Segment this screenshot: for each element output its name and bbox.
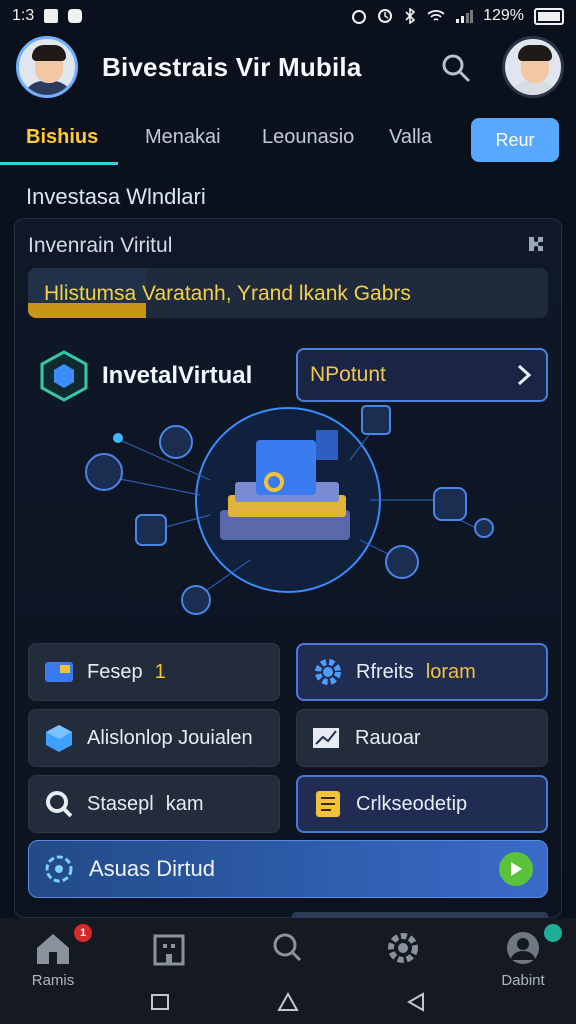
document-icon	[312, 788, 344, 820]
nav-home[interactable]: 1 Ramis	[8, 924, 98, 989]
tab-bishius[interactable]: Bishius	[26, 126, 98, 149]
stasepl-suffix: kam	[165, 792, 204, 815]
stasepl-label: Stasepl	[87, 792, 154, 815]
rfreits-label: Rfreits	[356, 660, 414, 683]
asuas-dirtud-button[interactable]: Asuas Dirtud	[28, 840, 548, 898]
rauoar-label: Rauoar	[355, 726, 421, 749]
chevron-right-icon	[517, 364, 532, 386]
rfreits-suffix: loram	[425, 660, 476, 683]
profile-icon	[507, 932, 539, 964]
battery-percent: 129%	[483, 7, 524, 24]
rfreits-button[interactable]: Rfreits loram	[296, 643, 548, 701]
active-tab-indicator	[0, 162, 118, 165]
puzzle-icon[interactable]	[524, 232, 548, 256]
nav-profile-label: Dabint	[501, 972, 545, 989]
tab-menakai[interactable]: Menakai	[145, 126, 221, 149]
nav-home-label: Ramis	[31, 972, 75, 989]
search-icon[interactable]	[440, 52, 472, 84]
image-card-icon	[43, 656, 75, 688]
wifi-icon	[427, 10, 445, 21]
crlkseodetip-button[interactable]: Crlkseodetip	[296, 775, 548, 833]
fesep-button[interactable]: Fesep 1	[28, 643, 280, 701]
tab-valla[interactable]: Valla	[389, 126, 432, 149]
status-time: 1:3	[12, 7, 35, 24]
home-badge: 1	[74, 924, 92, 942]
gear-icon	[388, 933, 418, 963]
alislonlop-label: Alislonlop Jouialen	[87, 726, 253, 749]
app-title: Bivestrais Vir Mubila	[102, 52, 362, 82]
status-bar: 1:3 129%	[0, 0, 576, 32]
gear-icon	[312, 656, 344, 688]
nav-profile[interactable]: Dabint	[478, 924, 568, 989]
signal-icon	[456, 10, 474, 23]
nav-search[interactable]	[243, 930, 333, 966]
building-icon	[153, 934, 185, 966]
nav-settings[interactable]	[358, 930, 448, 966]
brand-logo-icon	[40, 350, 88, 402]
recents-icon[interactable]	[148, 990, 172, 1014]
fesep-label: Fesep	[87, 660, 143, 683]
back-icon[interactable]	[404, 990, 428, 1014]
fesep-suffix: 1	[154, 660, 166, 683]
profile-avatar[interactable]	[502, 36, 564, 98]
search-icon	[43, 788, 75, 820]
nav-building[interactable]	[124, 930, 214, 966]
battery-icon	[534, 7, 564, 25]
alislonlop-button[interactable]: Alislonlop Jouialen	[28, 709, 280, 767]
home-system-icon[interactable]	[276, 990, 300, 1014]
panel-title: Invenrain Viritul	[28, 234, 173, 257]
play-icon	[499, 852, 533, 886]
asuas-dirtud-label: Asuas Dirtud	[89, 856, 215, 881]
np-button[interactable]: NPotunt	[296, 348, 548, 402]
home-icon	[37, 934, 69, 964]
crlkseodetip-label: Crlkseodetip	[356, 792, 468, 815]
section-title: Investasa Wlndlari	[26, 184, 206, 209]
app-notification-icon	[68, 9, 83, 23]
alarm-icon	[352, 10, 367, 24]
user-avatar[interactable]	[16, 36, 78, 98]
refresh-icon	[45, 855, 73, 883]
cube-icon	[43, 722, 75, 754]
np-button-label: NPotunt	[310, 363, 386, 386]
search-icon	[273, 933, 302, 962]
rauoar-button[interactable]: Rauoar	[296, 709, 548, 767]
tab-leounasio[interactable]: Leounasio	[262, 126, 354, 149]
notification-icon	[44, 9, 59, 23]
brand-name: InvetalVirtual	[102, 362, 253, 389]
banner-text: Hlistumsa Varatanh, Yrand lkank Gabrs	[44, 282, 411, 305]
chart-icon	[311, 722, 343, 754]
profile-badge	[544, 924, 562, 942]
stasepl-button[interactable]: Stasepl kam	[28, 775, 280, 833]
bluetooth-icon	[405, 8, 416, 24]
hero-illustration	[85, 400, 494, 615]
reur-button[interactable]: Reur	[471, 118, 559, 162]
clock-icon	[378, 9, 393, 23]
